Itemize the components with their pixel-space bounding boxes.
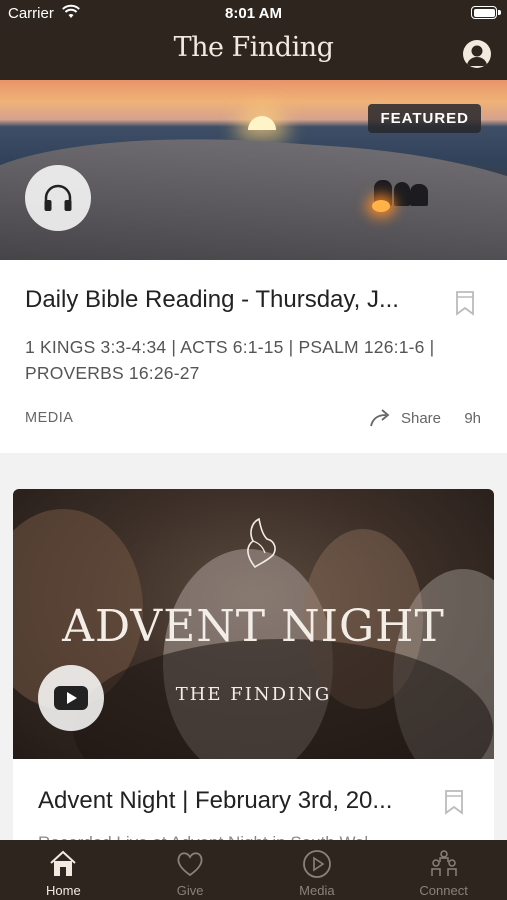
featured-badge: FEATURED (368, 104, 481, 133)
top-bar: Carrier 8:01 AM The Finding (0, 0, 507, 80)
home-icon (50, 850, 77, 876)
sunset-sun (248, 116, 276, 130)
share-icon (370, 409, 390, 427)
heart-icon (177, 852, 203, 877)
profile-icon[interactable] (463, 40, 491, 68)
share-button[interactable]: Share (369, 408, 441, 428)
bookmark-icon[interactable] (455, 290, 475, 316)
bookmark-icon[interactable] (444, 789, 464, 815)
clock: 8:01 AM (225, 5, 282, 22)
tab-label: Media (299, 883, 335, 898)
card-title[interactable]: Daily Bible Reading - Thursday, J... (25, 286, 425, 314)
battery-icon (471, 6, 497, 19)
tab-give[interactable]: Give (127, 840, 254, 900)
tab-label: Connect (419, 883, 468, 898)
dove-icon (247, 517, 276, 569)
campfire (372, 200, 390, 212)
tab-label: Home (46, 883, 81, 898)
featured-card[interactable]: Daily Bible Reading - Thursday, J... 1 K… (0, 260, 507, 453)
app-title: The Finding (173, 32, 334, 63)
advent-card[interactable]: ADVENT NIGHT THE FINDING Advent Night | … (13, 489, 494, 849)
tab-home[interactable]: Home (0, 840, 127, 900)
advent-image[interactable]: ADVENT NIGHT THE FINDING (13, 489, 494, 759)
headphones-button[interactable] (25, 165, 91, 231)
category-label: MEDIA (25, 410, 74, 426)
advent-image-title: ADVENT NIGHT (62, 601, 445, 652)
play-circle-icon (302, 850, 331, 878)
battery-tip (498, 10, 501, 15)
card-subtitle: 1 KINGS 3:3-4:34 | ACTS 6:1-15 | PSALM 1… (25, 337, 435, 383)
tab-media[interactable]: Media (254, 840, 381, 900)
tab-label: Give (176, 883, 204, 898)
headphones-icon (44, 184, 72, 211)
tab-connect[interactable]: Connect (380, 840, 507, 900)
card-title[interactable]: Advent Night | February 3rd, 20... (38, 787, 418, 815)
featured-image[interactable]: FEATURED (0, 80, 507, 260)
post-age: 9h (464, 410, 481, 427)
play-video-button[interactable] (38, 665, 104, 731)
share-label: Share (400, 409, 441, 427)
status-bar: Carrier 8:01 AM (0, 0, 507, 28)
play-video-icon (54, 686, 88, 710)
people-icon (430, 850, 457, 876)
tab-bar: Home Give Media Connect (0, 840, 507, 900)
